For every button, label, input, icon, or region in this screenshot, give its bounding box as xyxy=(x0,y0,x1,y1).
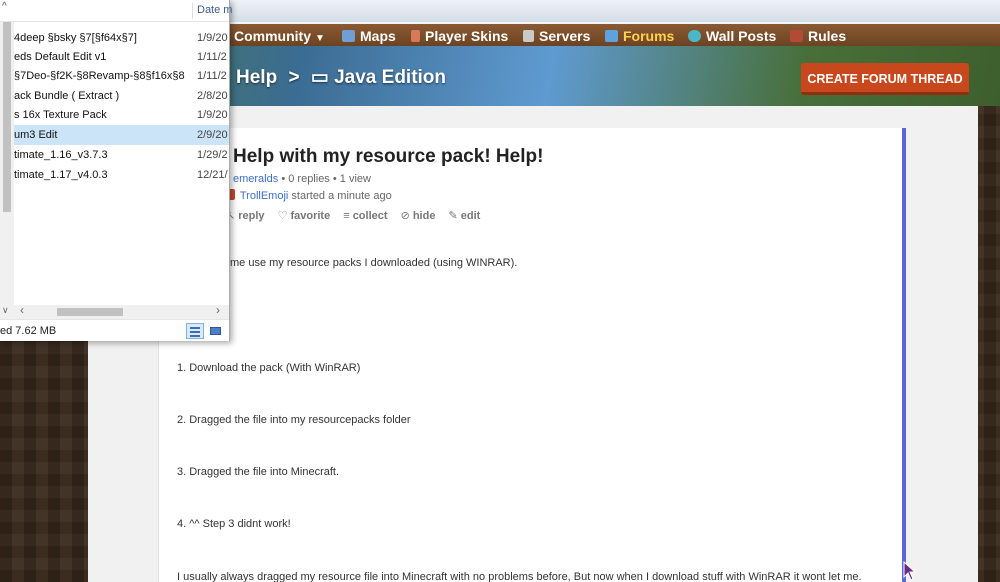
post-paragraph: 4. ^^ Step 3 didnt work! xyxy=(177,518,291,530)
file-name: s 16x Texture Pack xyxy=(14,109,107,121)
breadcrumb-separator: > xyxy=(288,67,300,88)
thread-meta: emeralds • 0 replies • 1 view xyxy=(233,173,371,185)
thread-actions: ↖ reply ♡ favorite ≡ collect ⊘ hide ✎ edit xyxy=(226,209,490,222)
chevron-left-icon[interactable]: ‹ xyxy=(20,303,24,317)
hide-button[interactable]: ⊘ hide xyxy=(401,210,436,222)
edit-button[interactable]: ✎ edit xyxy=(449,210,481,222)
collect-button[interactable]: ≡ collect xyxy=(343,210,387,222)
file-name: timate_1.17_v4.0.3 xyxy=(14,169,108,181)
edit-label: edit xyxy=(460,210,481,222)
horizontal-scrollbar[interactable]: ∨ ‹ › xyxy=(0,303,229,319)
file-name: §7Deo-§f2K-§8Revamp-§8§f16x§8 xyxy=(14,70,185,82)
nav-community-label: Community xyxy=(234,28,311,44)
file-date: 1/9/20 xyxy=(197,32,228,44)
starter-time: started a minute ago xyxy=(291,190,392,202)
rules-book-icon xyxy=(790,30,803,42)
collect-label: collect xyxy=(352,210,388,222)
post-paragraph: I usually always dragged my resource fil… xyxy=(177,571,862,582)
file-row[interactable]: timate_1.16_v3.7.3 1/29/2 xyxy=(14,145,229,165)
nav-player-skins[interactable]: Player Skins xyxy=(411,26,508,46)
heart-icon: ♡ xyxy=(277,210,288,222)
file-date: 2/9/20 xyxy=(197,129,228,141)
nav-rules-label: Rules xyxy=(808,28,847,44)
globe-icon xyxy=(688,30,701,42)
view-count: 1 view xyxy=(339,173,371,185)
breadcrumb: Help > ▭ Java Edition xyxy=(236,66,446,89)
file-date: 12/21/ xyxy=(197,169,228,181)
post-paragraph: me use my resource packs I downloaded (u… xyxy=(230,257,518,269)
reply-button[interactable]: ↖ reply xyxy=(226,210,265,222)
pencil-icon: ✎ xyxy=(448,210,458,222)
server-icon xyxy=(523,30,534,42)
map-icon xyxy=(342,30,355,42)
forum-icon xyxy=(605,30,618,42)
file-explorer-window: ^ Date m 4deep §bsky §7[§f64x§7] 1/9/20 e… xyxy=(0,0,232,341)
file-name: um3 Edit xyxy=(14,129,58,141)
reply-count: 0 replies xyxy=(288,173,330,185)
reply-label: reply xyxy=(238,210,265,222)
file-name: eds Default Edit v1 xyxy=(14,51,107,63)
nav-wall-posts[interactable]: Wall Posts xyxy=(688,26,776,46)
file-row[interactable]: eds Default Edit v1 1/11/2 xyxy=(14,47,229,67)
nav-maps-label: Maps xyxy=(360,28,396,44)
nav-maps[interactable]: Maps xyxy=(342,26,396,46)
details-view-icon[interactable] xyxy=(186,323,204,339)
selection-size: ed 7.62 MB xyxy=(0,325,57,337)
scrollbar-thumb[interactable] xyxy=(3,22,11,212)
explorer-column-header: ^ Date m xyxy=(0,0,232,22)
collect-icon: ≡ xyxy=(343,210,350,222)
starter-name-link[interactable]: TrollEmoji xyxy=(240,190,289,202)
nav-community[interactable]: Community ▼ xyxy=(234,26,325,46)
chevron-down-icon[interactable]: ∨ xyxy=(2,305,9,316)
chevron-right-icon[interactable]: › xyxy=(216,303,220,317)
file-row[interactable]: 4deep §bsky §7[§f64x§7] 1/9/20 xyxy=(14,28,229,48)
breadcrumb-help[interactable]: Help xyxy=(236,67,277,88)
skin-icon xyxy=(411,30,420,42)
nav-forums-label: Forums xyxy=(623,28,675,44)
nav-servers[interactable]: Servers xyxy=(523,26,590,46)
file-date: 1/29/2 xyxy=(197,149,228,161)
nav-servers-label: Servers xyxy=(539,28,591,44)
explorer-status-bar: ed 7.62 MB xyxy=(0,319,229,341)
file-row[interactable]: s 16x Texture Pack 1/9/20 xyxy=(14,105,229,125)
file-date: 2/8/20 xyxy=(197,90,228,102)
create-forum-thread-button[interactable]: CREATE FORUM THREAD xyxy=(801,63,969,95)
vertical-scrollbar[interactable] xyxy=(0,22,14,307)
file-row[interactable]: ack Bundle ( Extract ) 2/8/20 xyxy=(14,86,229,106)
file-name: timate_1.16_v3.7.3 xyxy=(14,149,108,161)
author-link[interactable]: emeralds xyxy=(233,173,278,185)
hide-label: hide xyxy=(412,210,436,222)
sort-up-icon[interactable]: ^ xyxy=(2,1,7,12)
scrollbar-thumb[interactable] xyxy=(57,308,123,316)
favorite-label: favorite xyxy=(290,210,331,222)
file-name: ack Bundle ( Extract ) xyxy=(14,90,120,102)
file-row[interactable]: timate_1.17_v4.0.3 12/21/ xyxy=(14,165,229,185)
post-paragraph: 1. Download the pack (With WinRAR) xyxy=(177,362,361,374)
post-paragraph: 3. Dragged the file into Minecraft. xyxy=(177,466,340,478)
column-divider[interactable] xyxy=(192,3,193,19)
post-paragraph: 2. Dragged the file into my resourcepack… xyxy=(177,414,411,426)
mouse-cursor-icon xyxy=(903,561,917,581)
breadcrumb-java-edition[interactable]: Java Edition xyxy=(334,67,446,88)
file-row-selected[interactable]: um3 Edit 2/9/20 xyxy=(14,125,229,145)
file-row[interactable]: §7Deo-§f2K-§8Revamp-§8§f16x§8 1/11/2 xyxy=(14,66,229,86)
laptop-icon: ▭ xyxy=(310,67,329,88)
file-name: 4deep §bsky §7[§f64x§7] xyxy=(14,32,137,44)
nav-rules[interactable]: Rules xyxy=(790,26,846,46)
chevron-down-icon: ▼ xyxy=(315,33,325,44)
thread-starter: TrollEmoji started a minute ago xyxy=(226,189,392,202)
file-date: 1/9/20 xyxy=(197,109,228,121)
tiles-view-icon[interactable] xyxy=(207,323,224,339)
thread-title: Help with my resource pack! Help! xyxy=(233,146,544,167)
nav-forums[interactable]: Forums xyxy=(605,26,674,46)
column-date-header[interactable]: Date m xyxy=(197,4,232,16)
hide-icon: ⊘ xyxy=(400,210,410,222)
favorite-button[interactable]: ♡ favorite xyxy=(278,210,331,222)
file-date: 1/11/2 xyxy=(197,51,227,63)
file-date: 1/11/2 xyxy=(197,70,227,82)
nav-wall-posts-label: Wall Posts xyxy=(706,28,777,44)
nav-player-skins-label: Player Skins xyxy=(425,28,509,44)
